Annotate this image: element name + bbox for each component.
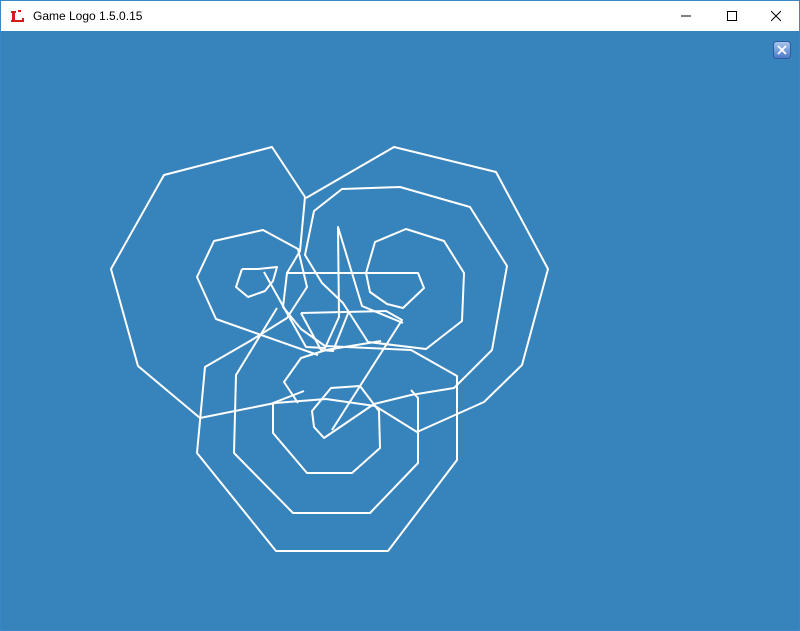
close-button[interactable] <box>753 1 799 31</box>
maximize-button[interactable] <box>709 1 755 31</box>
game-logo-icon <box>11 10 24 22</box>
close-icon <box>771 11 781 21</box>
right-spiral <box>272 186 508 474</box>
left-inner-loop <box>235 266 278 298</box>
title-bar[interactable]: Game Logo 1.5.0.15 <box>1 1 799 31</box>
window-title: Game Logo 1.5.0.15 <box>33 9 143 23</box>
game-canvas[interactable] <box>1 31 799 630</box>
minimize-button[interactable] <box>663 1 709 31</box>
minimize-icon <box>681 15 691 17</box>
maximize-icon <box>727 11 737 21</box>
center-triangle <box>300 310 403 431</box>
logo-drawing <box>110 146 549 552</box>
app-window: Game Logo 1.5.0.15 <box>0 0 800 631</box>
